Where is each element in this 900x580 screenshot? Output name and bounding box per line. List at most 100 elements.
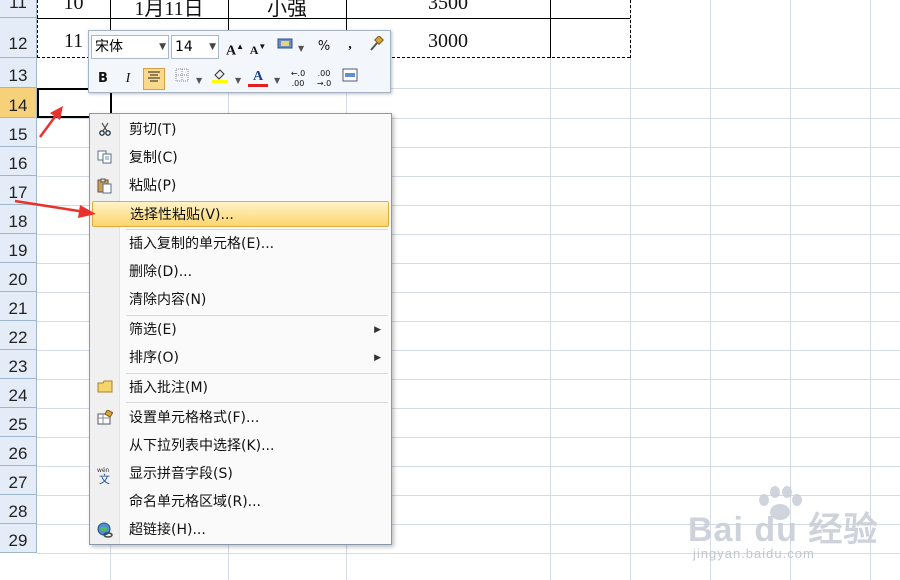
hyperlink-icon: [97, 522, 113, 538]
menu-item-label: 命名单元格区域(R)...: [129, 494, 262, 510]
scissors-icon: [97, 122, 113, 138]
menu-item-cut[interactable]: 剪切(T): [92, 117, 389, 143]
menu-item-insert-comment[interactable]: 插入批注(M): [92, 375, 389, 401]
cell-no[interactable]: 10: [37, 0, 110, 15]
menu-item-label: 设置单元格格式(F)...: [129, 410, 260, 426]
chevron-down-icon[interactable]: ▼: [298, 44, 304, 53]
row-header[interactable]: 23: [0, 350, 37, 379]
menu-item-pick-from-list[interactable]: 从下拉列表中选择(K)...: [92, 433, 389, 459]
row-header[interactable]: 24: [0, 379, 37, 408]
row-header[interactable]: 20: [0, 263, 37, 292]
row-header[interactable]: 18: [0, 205, 37, 234]
row-header[interactable]: 19: [0, 234, 37, 263]
menu-item-hyperlink[interactable]: 超链接(H)...: [92, 517, 389, 543]
menu-item-define-name[interactable]: 命名单元格区域(R)...: [92, 489, 389, 515]
watermark-logo-text: Bai du 经验: [688, 511, 879, 549]
increase-decimal-button[interactable]: ←.0 .00: [287, 69, 309, 91]
row-header-selected[interactable]: 14: [0, 88, 37, 118]
row-header[interactable]: 11: [0, 0, 37, 18]
grow-font-button[interactable]: A▲: [224, 36, 246, 59]
row-header[interactable]: 25: [0, 408, 37, 437]
font-name-select[interactable]: 宋体 ▼: [91, 35, 169, 59]
borders-icon: [175, 68, 189, 82]
comment-icon: [97, 380, 113, 396]
decrease-decimal-button[interactable]: .00 →.0: [313, 69, 335, 91]
chevron-down-icon[interactable]: ▼: [235, 76, 241, 85]
menu-separator: [126, 402, 388, 403]
percent-button[interactable]: %: [313, 36, 335, 58]
row-header[interactable]: 13: [0, 58, 37, 88]
menu-item-show-phonetic[interactable]: wén 文 显示拼音字段(S): [92, 461, 389, 487]
row-header[interactable]: 17: [0, 176, 37, 205]
italic-button[interactable]: I: [117, 68, 139, 90]
row-header[interactable]: 12: [0, 18, 37, 58]
chevron-down-icon[interactable]: ▼: [196, 76, 202, 85]
currency-icon: [277, 38, 293, 49]
chevron-down-icon: ▼: [159, 42, 166, 52]
comma-button[interactable]: ,: [339, 34, 361, 56]
menu-item-label: 剪切(T): [129, 122, 177, 138]
menu-item-label: 插入批注(M): [129, 380, 209, 396]
format-painter-icon: [370, 35, 384, 51]
row-header[interactable]: 29: [0, 524, 37, 553]
font-color-button[interactable]: A: [247, 66, 269, 88]
menu-item-format-cells[interactable]: 设置单元格格式(F)...: [92, 405, 389, 431]
format-cells-icon: [97, 409, 114, 426]
menu-item-label: 复制(C): [129, 150, 178, 166]
row-header[interactable]: 22: [0, 321, 37, 350]
chevron-down-icon: ▼: [209, 42, 216, 52]
fill-color-button[interactable]: [209, 66, 231, 88]
font-size-value: 14: [175, 39, 193, 55]
menu-item-sort[interactable]: 排序(O) ▶: [92, 345, 389, 371]
watermark-url: jingyan.baidu.com: [693, 546, 815, 561]
copy-marquee: [630, 0, 631, 58]
menu-item-label: 筛选(E): [129, 322, 177, 338]
row-header[interactable]: 15: [0, 118, 37, 147]
menu-item-label: 插入复制的单元格(E)...: [129, 236, 275, 252]
menu-item-label: 显示拼音字段(S): [129, 466, 233, 482]
font-name-value: 宋体: [95, 39, 123, 55]
menu-item-clear-contents[interactable]: 清除内容(N): [92, 287, 389, 313]
menu-item-label: 选择性粘贴(V)...: [130, 207, 234, 223]
submenu-arrow-icon: ▶: [374, 325, 381, 335]
font-size-select[interactable]: 14 ▼: [171, 35, 219, 59]
menu-item-paste[interactable]: 粘贴(P): [92, 173, 389, 199]
column-gridline: [630, 0, 631, 580]
baidu-jingyan-watermark: Bai du 经验 jingyan.baidu.com: [688, 484, 888, 574]
context-menu: 剪切(T) 复制(C) 粘贴(P) 选择性粘贴(V)... 插入复制的单元格(E…: [89, 113, 392, 545]
row-header[interactable]: 16: [0, 147, 37, 176]
paint-bucket-icon: [212, 69, 228, 83]
menu-item-delete[interactable]: 删除(D)...: [92, 259, 389, 285]
font-color-icon: A: [252, 69, 264, 84]
paste-icon: [97, 178, 113, 194]
row-header[interactable]: 21: [0, 292, 37, 321]
center-align-button[interactable]: [143, 68, 165, 90]
merge-center-button[interactable]: [339, 68, 361, 90]
table-border: [550, 0, 551, 58]
phonetic-icon: wén 文: [97, 466, 113, 486]
align-center-icon: [148, 71, 160, 82]
menu-item-label: 删除(D)...: [129, 264, 193, 280]
cell-amount[interactable]: 3500: [346, 0, 550, 15]
menu-item-paste-special[interactable]: 选择性粘贴(V)...: [92, 201, 389, 227]
accounting-format-button[interactable]: [275, 36, 297, 58]
cell-name[interactable]: 小强: [228, 0, 346, 21]
menu-item-label: 清除内容(N): [129, 292, 207, 308]
merge-cells-icon: [342, 68, 358, 82]
cell-date[interactable]: 1月11日: [110, 0, 228, 21]
chevron-down-icon[interactable]: ▼: [274, 76, 280, 85]
bold-button[interactable]: B: [92, 68, 114, 90]
menu-item-label: 排序(O): [129, 350, 179, 366]
borders-button[interactable]: [171, 68, 193, 90]
row-header[interactable]: 27: [0, 466, 37, 495]
svg-text:文: 文: [99, 472, 110, 484]
row-header[interactable]: 28: [0, 495, 37, 524]
mini-toolbar: 宋体 ▼ 14 ▼ A▲ A▼ ▼ % , B I ▼ ▼ A ▼ ←.0 .0…: [88, 30, 391, 93]
menu-item-filter[interactable]: 筛选(E) ▶: [92, 317, 389, 343]
row-header[interactable]: 26: [0, 437, 37, 466]
submenu-arrow-icon: ▶: [374, 353, 381, 363]
menu-item-copy[interactable]: 复制(C): [92, 145, 389, 171]
shrink-font-button[interactable]: A▼: [247, 36, 269, 58]
menu-item-insert-copied-cells[interactable]: 插入复制的单元格(E)...: [92, 231, 389, 257]
format-painter-button[interactable]: [365, 35, 387, 58]
